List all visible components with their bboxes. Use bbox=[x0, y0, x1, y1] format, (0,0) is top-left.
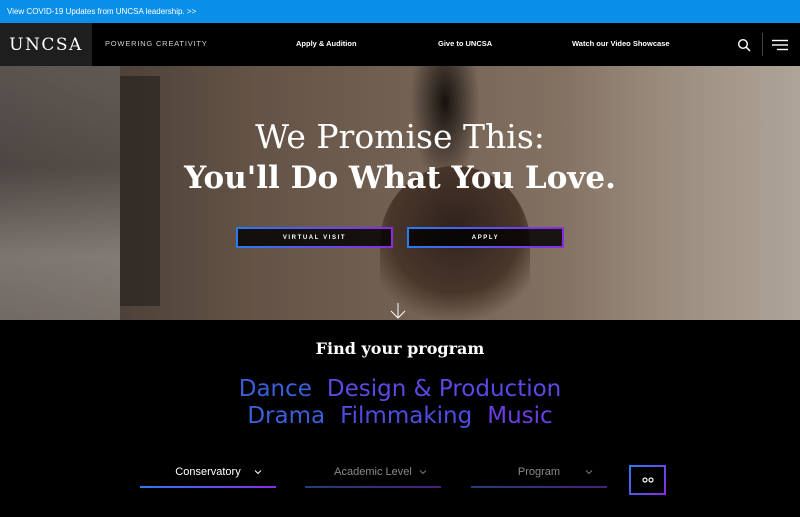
program-link-design-production[interactable]: Design & Production bbox=[327, 376, 561, 402]
covid-alert-link[interactable]: View COVID-19 Updates from UNCSA leaders… bbox=[7, 7, 196, 16]
header-divider bbox=[762, 33, 763, 56]
go-icon bbox=[641, 477, 654, 483]
conservatory-select[interactable]: Conservatory bbox=[140, 460, 276, 488]
chevron-down-icon bbox=[419, 470, 427, 475]
program-link-music[interactable]: Music bbox=[487, 403, 552, 429]
tagline: POWERING CREATIVITY bbox=[105, 39, 208, 48]
uncsa-logo[interactable]: UNCSA bbox=[9, 35, 83, 55]
logo-box[interactable]: UNCSA bbox=[0, 23, 92, 66]
apply-button[interactable]: APPLY bbox=[407, 227, 564, 248]
nav-apply-audition[interactable]: Apply & Audition bbox=[296, 39, 357, 48]
academic-level-select[interactable]: Academic Level bbox=[305, 460, 441, 488]
menu-button[interactable] bbox=[769, 35, 791, 55]
program-row-2: Drama Filmmaking Music bbox=[0, 403, 800, 429]
conservatory-select-underline bbox=[140, 486, 276, 488]
hero-heading-line1: We Promise This: bbox=[255, 117, 545, 156]
program-link-drama[interactable]: Drama bbox=[247, 403, 325, 429]
site-header: UNCSA POWERING CREATIVITY Apply & Auditi… bbox=[0, 23, 800, 66]
covid-alert-bar: View COVID-19 Updates from UNCSA leaders… bbox=[0, 0, 800, 23]
search-icon bbox=[737, 38, 751, 52]
program-select-underline bbox=[471, 486, 607, 488]
hero-heading-line2: You'll Do What You Love. bbox=[184, 160, 616, 196]
program-select[interactable]: Program bbox=[471, 460, 607, 488]
hamburger-menu-icon bbox=[772, 39, 788, 51]
virtual-visit-button[interactable]: VIRTUAL VISIT bbox=[236, 227, 393, 248]
arrow-down-icon[interactable] bbox=[389, 303, 407, 319]
find-program-title: Find your program bbox=[315, 339, 485, 358]
find-program-section: Find your program Dance Design & Product… bbox=[0, 320, 800, 517]
program-row-1: Dance Design & Production bbox=[0, 376, 800, 402]
academic-level-select-underline bbox=[305, 486, 441, 488]
program-link-filmmaking[interactable]: Filmmaking bbox=[340, 403, 472, 429]
search-button[interactable] bbox=[734, 35, 754, 55]
nav-give[interactable]: Give to UNCSA bbox=[438, 39, 492, 48]
chevron-down-icon bbox=[585, 470, 593, 475]
hero-section: We Promise This: You'll Do What You Love… bbox=[0, 66, 800, 320]
program-search-go-button[interactable] bbox=[629, 465, 666, 495]
nav-video-showcase[interactable]: Watch our Video Showcase bbox=[572, 39, 670, 48]
program-link-dance[interactable]: Dance bbox=[239, 376, 312, 402]
chevron-down-icon bbox=[254, 470, 262, 475]
